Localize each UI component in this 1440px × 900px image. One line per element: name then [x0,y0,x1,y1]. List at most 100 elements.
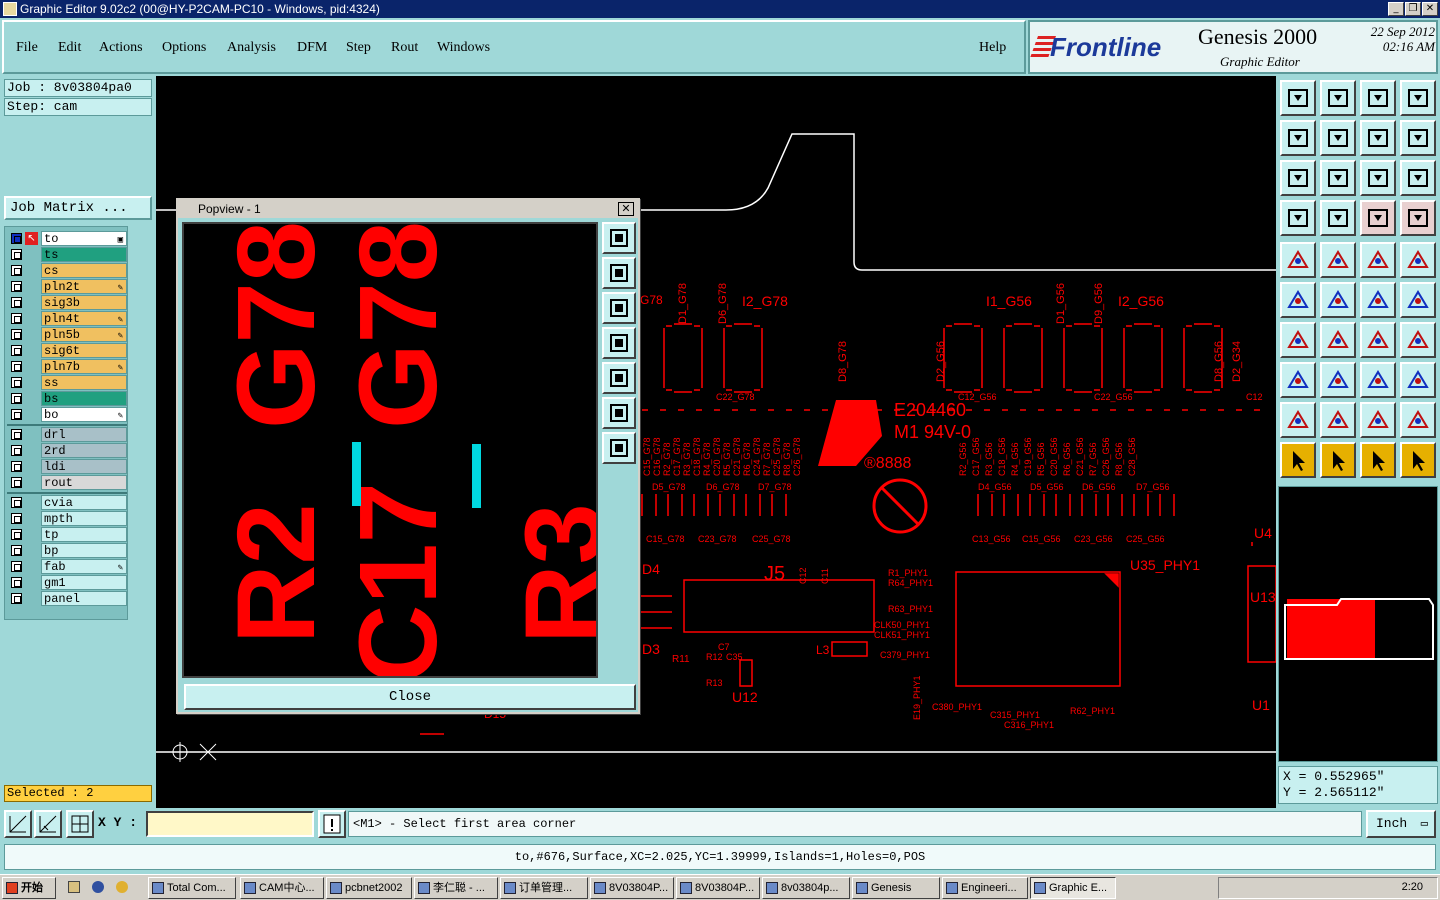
layer-name[interactable]: gm1 [41,575,127,590]
layer-checkbox[interactable] [11,233,22,244]
polygon-icon[interactable] [1400,362,1436,398]
arc-icon[interactable] [1360,322,1396,358]
xy-input[interactable] [146,811,314,837]
menu-edit[interactable]: Edit [58,40,81,56]
layer-row-panel[interactable]: panel [7,591,127,606]
menu-help[interactable]: Help [979,40,1006,56]
taskbar-item[interactable]: 8V03804P... [590,877,674,899]
layer-checkbox[interactable] [11,477,22,488]
layer-checkbox[interactable] [11,297,22,308]
layer-name[interactable]: to ▣ [41,231,127,246]
unit-selector[interactable]: Inch ▭ [1366,810,1436,838]
show-desktop-icon[interactable] [68,881,80,893]
info-icon[interactable] [318,810,346,838]
menu-step[interactable]: Step [346,40,371,56]
layer-row-ss[interactable]: ss [7,375,127,390]
start-button[interactable]: 开始 [2,877,56,899]
layer-row-gm1[interactable]: gm1 [7,575,127,590]
layer-name[interactable]: ts [41,247,127,262]
layer-name[interactable]: bp [41,543,127,558]
snap-highlight-icon[interactable] [1400,200,1436,236]
layer-checkbox[interactable] [11,445,22,456]
pointer-icon[interactable] [1280,442,1316,478]
layer-row-sig6t[interactable]: sig6t [7,343,127,358]
popview-close-icon[interactable]: ✕ [618,202,634,216]
flip-icon[interactable] [1400,322,1436,358]
layer-name[interactable]: sig3b [41,295,127,310]
taskbar-item[interactable]: 8V03804P... [676,877,760,899]
grid-snap-icon[interactable] [66,810,94,838]
layer-name[interactable]: bo ✎ [41,407,127,422]
layer-row-mpth[interactable]: mpth [7,511,127,526]
scale-1to2-icon[interactable] [1360,160,1396,196]
zoom-area-icon[interactable] [4,810,32,838]
layer-name[interactable]: cvia [41,495,127,510]
browser-icon[interactable] [92,881,104,893]
popview-canvas[interactable]: G78 R2 G78 C17 R3 [182,222,598,678]
layer-row-bo[interactable]: bo ✎ [7,407,127,422]
layer-row-ts[interactable]: ts [7,247,127,262]
layer-name[interactable]: pln4t ✎ [41,311,127,326]
menu-file[interactable]: File [16,40,38,56]
zoom-in-icon[interactable] [602,397,636,429]
layer-checkbox[interactable] [11,513,22,524]
layer-checkbox[interactable] [11,377,22,388]
taskbar-item[interactable]: Total Com... [148,877,236,899]
pan-left-icon[interactable] [1280,120,1316,156]
grid-icon[interactable] [1320,200,1356,236]
taskbar-item[interactable]: Genesis [852,877,940,899]
layer-name[interactable]: pln7b ✎ [41,359,127,374]
zoom-out-icon[interactable] [602,432,636,464]
layer-name[interactable]: fab ✎ [41,559,127,574]
help-icon[interactable] [1400,160,1436,196]
measure-icon[interactable] [34,810,62,838]
pointer-sel-icon[interactable] [1320,442,1356,478]
layer-tool-icon[interactable] [1280,200,1316,236]
layer-row-drl[interactable]: drl [7,427,127,442]
line-tool-icon[interactable] [1320,242,1356,278]
ruler-icon[interactable] [1360,242,1396,278]
zoom-fit-icon[interactable] [602,222,636,254]
layer-checkbox[interactable] [11,249,22,260]
close-window-button[interactable]: ✕ [1422,2,1438,16]
layer-row-rout[interactable]: rout [7,475,127,490]
layer-name[interactable]: rout [41,475,127,490]
layer-name[interactable]: sig6t [41,343,127,358]
taskbar-item[interactable]: 李仁聪 - ... [414,877,498,899]
layer-name[interactable]: mpth [41,511,127,526]
layer-name[interactable]: drl [41,427,127,442]
menu-options[interactable]: Options [162,40,206,56]
stretch-icon[interactable] [1360,362,1396,398]
layer-row-tp[interactable]: tp [7,527,127,542]
window-split-icon[interactable] [1400,80,1436,116]
layer-row-sig3b[interactable]: sig3b [7,295,127,310]
layer-name[interactable]: 2rd [41,443,127,458]
line-break-icon[interactable] [1320,362,1356,398]
pin-icon[interactable] [1400,282,1436,318]
arrow-tri-alt-icon[interactable] [1400,402,1436,438]
minimize-button[interactable]: _ [1388,2,1404,16]
open-step-icon[interactable] [1280,80,1316,116]
pan-right-icon[interactable] [1320,120,1356,156]
menu-actions[interactable]: Actions [99,40,143,56]
taskbar-item[interactable]: Graphic E... [1030,877,1116,899]
taskbar-item[interactable]: CAM中心... [240,877,324,899]
menu-windows[interactable]: Windows [437,40,490,56]
layer-name[interactable]: bs [41,391,127,406]
layer-row-pln4t[interactable]: pln4t ✎ [7,311,127,326]
node-icon[interactable] [1280,282,1316,318]
pan-up-icon[interactable] [602,257,636,289]
layer-checkbox[interactable] [11,409,22,420]
rect-select-icon[interactable] [1400,242,1436,278]
layer-checkbox[interactable] [11,497,22,508]
arrow-tri-icon[interactable] [1360,402,1396,438]
layer-checkbox[interactable] [11,529,22,540]
zoom-redraw-icon[interactable] [1400,120,1436,156]
pan-left-icon[interactable] [602,327,636,359]
taskbar-item[interactable]: 订单管理... [500,877,588,899]
add-feature-icon[interactable] [1280,242,1316,278]
layer-name[interactable]: pln5b ✎ [41,327,127,342]
media-icon[interactable] [116,881,128,893]
menu-analysis[interactable]: Analysis [227,40,276,56]
taskbar-item[interactable]: 8v03804p... [762,877,850,899]
